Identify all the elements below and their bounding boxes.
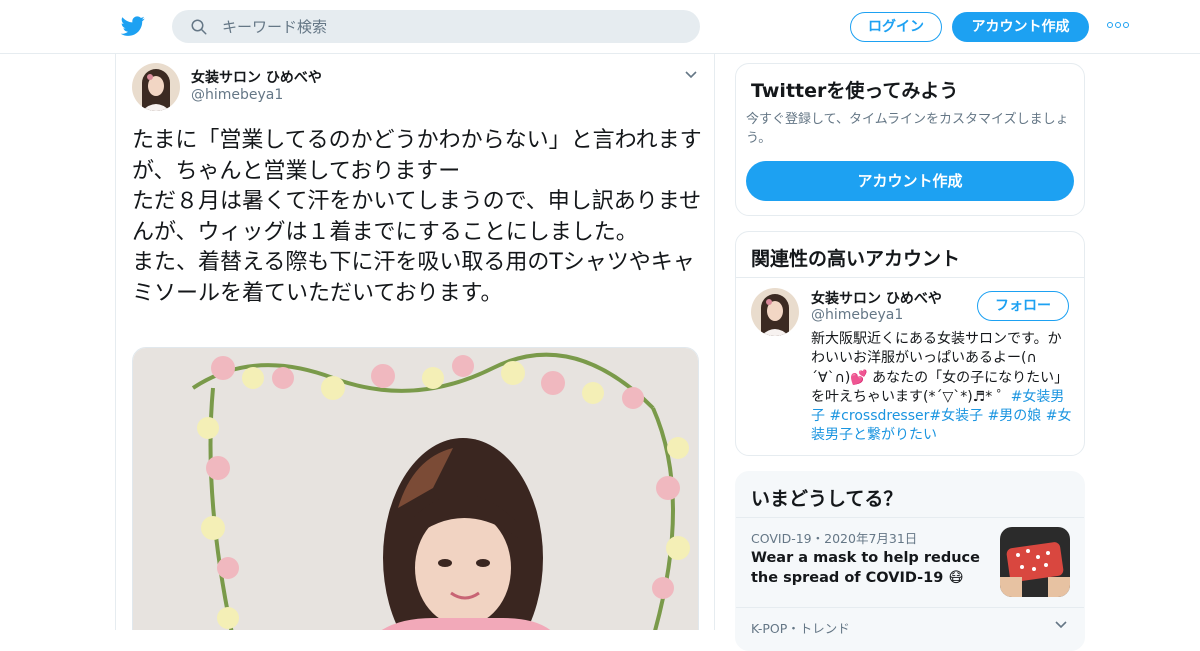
chevron-down-icon[interactable] xyxy=(1054,620,1068,630)
relevant-accounts-card: 関連性の高いアカウント 女装サロン ひめべや @himebeya1 フォロー 新… xyxy=(735,231,1085,456)
trend-meta: COVID-19・2020年7月31日 xyxy=(751,531,918,546)
login-button[interactable]: ログイン xyxy=(850,12,942,42)
chevron-down-icon[interactable] xyxy=(684,70,698,80)
divider xyxy=(736,607,1084,608)
hashtag-link[interactable]: #男の娘 xyxy=(988,408,1042,424)
tweet-column: 女装サロン ひめべや @himebeya1 たまに「営業してるのかどうかわからな… xyxy=(115,54,715,630)
tweet-text: たまに「営業してるのかどうかわからない」と言われますが、ちゃんと営業しております… xyxy=(132,128,702,306)
trend-meta: K-POP・トレンド xyxy=(751,621,850,636)
card-title: いまどうしてる？ xyxy=(751,488,903,510)
card-description: 今すぐ登録して、タイムラインをカスタマイズしましょう。 xyxy=(746,112,1069,146)
card-title: Twitterを使ってみよう xyxy=(751,80,959,102)
more-dots-icon[interactable] xyxy=(1107,22,1131,30)
search-bar[interactable] xyxy=(172,10,700,43)
divider xyxy=(736,277,1084,278)
trend-title[interactable]: Wear a mask to help reduce the spread of… xyxy=(751,548,991,588)
avatar[interactable] xyxy=(751,288,799,336)
search-icon xyxy=(191,19,207,35)
card-title: 関連性の高いアカウント xyxy=(751,248,961,270)
tweet-photo[interactable] xyxy=(132,347,699,630)
account-handle[interactable]: @himebeya1 xyxy=(811,307,903,323)
avatar[interactable] xyxy=(132,63,180,111)
account-bio: 新大阪駅近くにある女装サロンです。かわいいお洋服がいっぱいあるよー(∩´∀`∩)… xyxy=(811,330,1073,446)
signup-button[interactable]: アカウント作成 xyxy=(952,12,1089,42)
whats-happening-card: いまどうしてる？ COVID-19・2020年7月31日 Wear a mask… xyxy=(735,471,1085,651)
author-handle[interactable]: @himebeya1 xyxy=(191,87,283,103)
hashtag-link[interactable]: #crossdresser xyxy=(829,408,929,424)
search-input[interactable] xyxy=(222,10,682,43)
trend-thumbnail[interactable] xyxy=(1000,527,1070,597)
follow-button[interactable]: フォロー xyxy=(977,291,1069,321)
hashtag-link[interactable]: #女装子 xyxy=(929,408,983,424)
account-name[interactable]: 女装サロン ひめべや xyxy=(811,288,942,308)
top-bar: ログイン アカウント作成 xyxy=(0,0,1200,54)
author-name[interactable]: 女装サロン ひめべや xyxy=(191,67,322,87)
divider xyxy=(736,517,1084,518)
signup-cta-button[interactable]: アカウント作成 xyxy=(746,161,1074,201)
twitter-bird-icon[interactable] xyxy=(120,14,146,38)
try-twitter-card: Twitterを使ってみよう 今すぐ登録して、タイムラインをカスタマイズしましょ… xyxy=(735,63,1085,216)
